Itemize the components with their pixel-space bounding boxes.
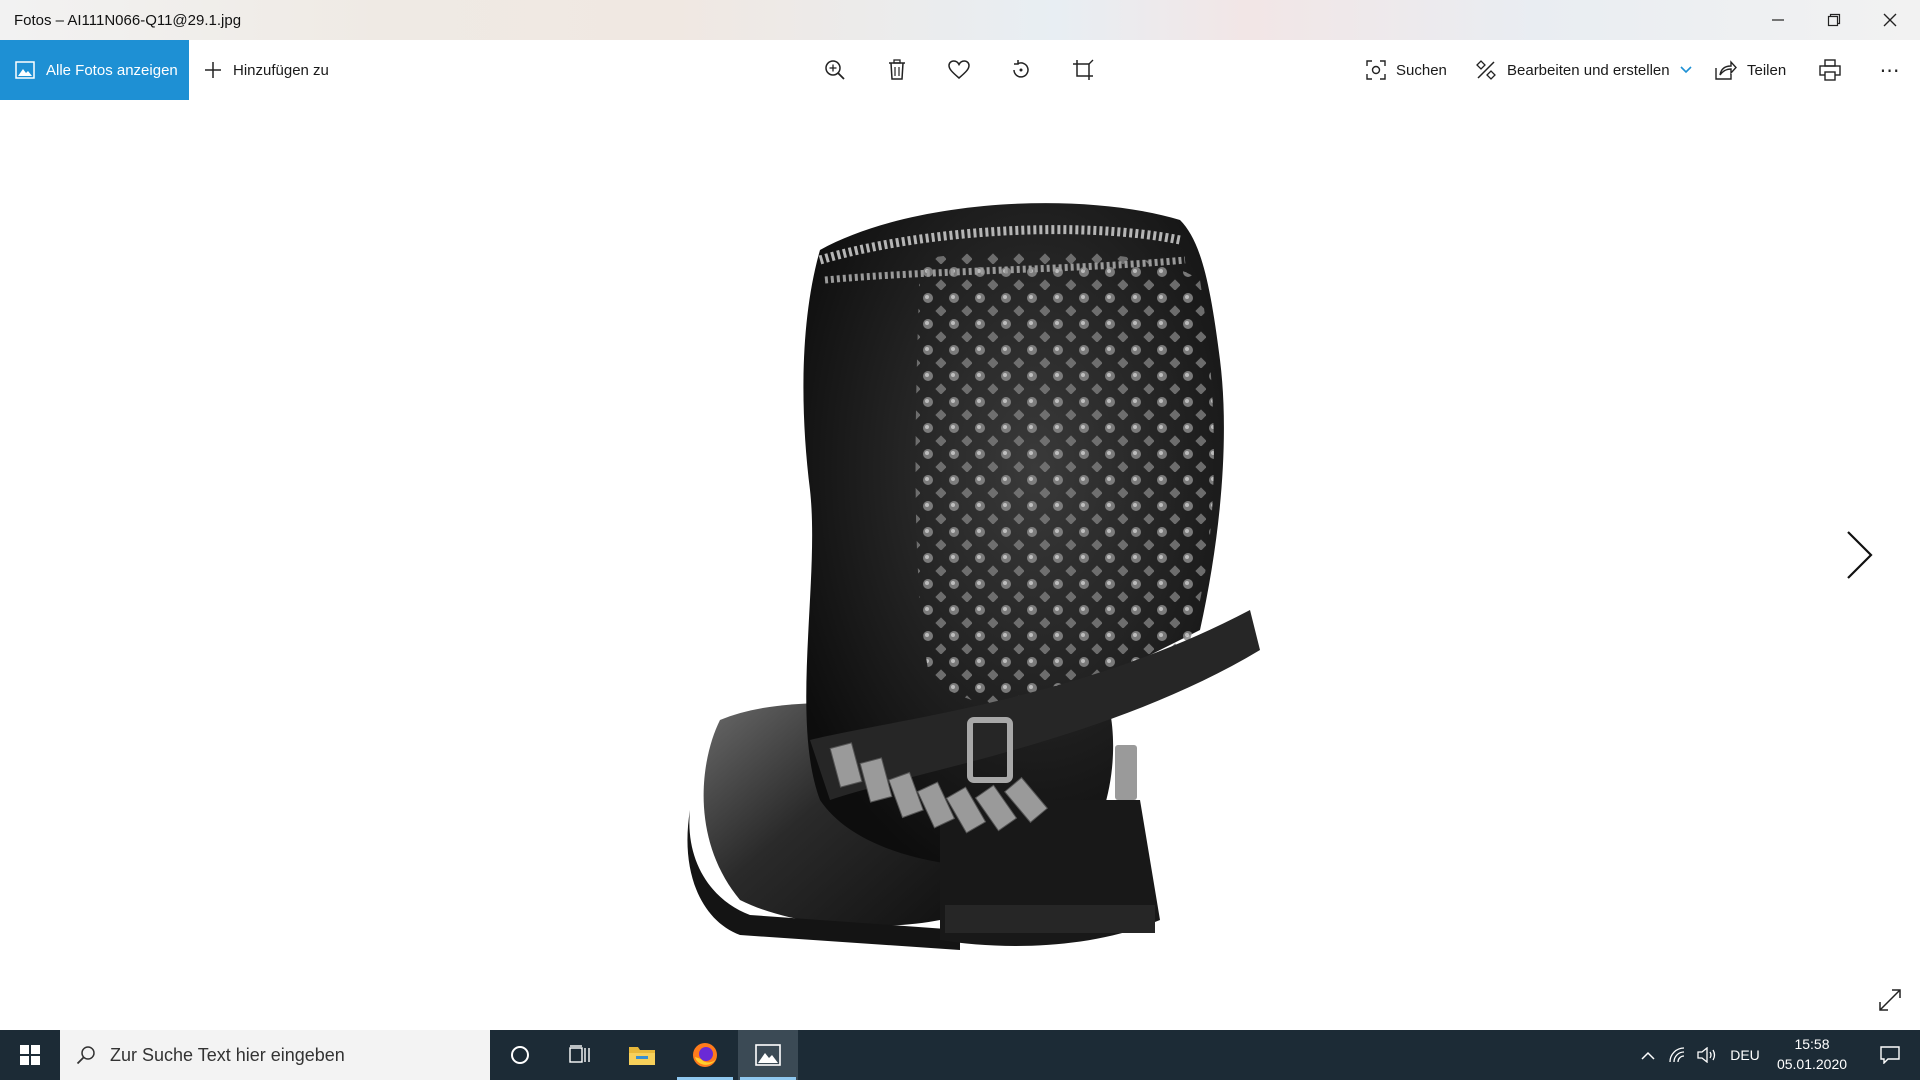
crop-button[interactable] xyxy=(1061,40,1105,100)
visual-search-icon xyxy=(1366,60,1386,80)
cortana-button[interactable] xyxy=(490,1030,550,1080)
share-button[interactable]: Teilen xyxy=(1715,40,1786,100)
speaker-icon xyxy=(1697,1047,1716,1063)
next-photo-button[interactable] xyxy=(1830,515,1890,595)
taskbar: Zur Suche Text hier eingeben DEU 15:58 0… xyxy=(0,1030,1920,1080)
firefox-icon xyxy=(693,1043,717,1067)
folder-icon xyxy=(629,1047,655,1065)
input-language-button[interactable]: DEU xyxy=(1726,1030,1764,1080)
cortana-icon xyxy=(511,1046,529,1064)
print-button[interactable] xyxy=(1808,40,1852,100)
search-button[interactable]: Suchen xyxy=(1366,40,1447,100)
chevron-right-icon xyxy=(1847,531,1873,579)
fullscreen-button[interactable] xyxy=(1870,980,1910,1020)
search-icon xyxy=(76,1046,95,1065)
rotate-button[interactable] xyxy=(999,40,1043,100)
clock-date: 05.01.2020 xyxy=(1776,1056,1848,1072)
rotate-icon xyxy=(1013,60,1029,78)
edit-create-label: Bearbeiten und erstellen xyxy=(1507,61,1670,79)
close-icon xyxy=(1883,13,1897,27)
windows-icon xyxy=(20,1045,40,1065)
network-button[interactable] xyxy=(1666,1030,1690,1080)
start-button[interactable] xyxy=(0,1030,60,1080)
show-hidden-icons-button[interactable] xyxy=(1636,1030,1660,1080)
minimize-icon xyxy=(1772,19,1784,21)
task-view-button[interactable] xyxy=(550,1030,610,1080)
minimize-button[interactable] xyxy=(1750,0,1806,40)
trash-icon xyxy=(889,59,905,80)
language-label: DEU xyxy=(1730,1047,1760,1063)
edit-create-button[interactable]: Bearbeiten und erstellen xyxy=(1475,40,1692,100)
restore-icon xyxy=(1827,13,1841,27)
favorite-button[interactable] xyxy=(937,40,981,100)
zoom-in-icon xyxy=(825,60,845,80)
taskbar-photos[interactable] xyxy=(738,1030,798,1080)
add-to-button[interactable]: Hinzufügen zu xyxy=(203,40,329,100)
restore-button[interactable] xyxy=(1806,0,1862,40)
taskbar-firefox[interactable] xyxy=(675,1030,735,1080)
add-to-label: Hinzufügen zu xyxy=(233,61,329,79)
task-view-icon xyxy=(569,1045,590,1063)
heart-icon xyxy=(948,60,970,79)
share-icon xyxy=(1715,60,1737,80)
search-label: Suchen xyxy=(1396,61,1447,79)
notification-icon xyxy=(1880,1046,1900,1064)
search-placeholder: Zur Suche Text hier eingeben xyxy=(110,1044,345,1065)
boot-photo xyxy=(687,203,1260,950)
plus-icon xyxy=(205,62,221,78)
all-photos-button[interactable]: Alle Fotos anzeigen xyxy=(0,40,189,100)
taskbar-file-explorer[interactable] xyxy=(612,1030,672,1080)
more-button[interactable]: ⋯ xyxy=(1868,40,1912,100)
clock[interactable]: 15:58 05.01.2020 xyxy=(1764,1034,1860,1076)
volume-button[interactable] xyxy=(1694,1030,1720,1080)
clock-time: 15:58 xyxy=(1794,1036,1830,1052)
zoom-button[interactable] xyxy=(813,40,857,100)
expand-icon xyxy=(1879,989,1901,1011)
printer-icon xyxy=(1819,59,1841,81)
action-center-button[interactable] xyxy=(1862,1030,1918,1080)
all-photos-label: Alle Fotos anzeigen xyxy=(46,61,178,79)
title-bar: Fotos – AI111N066-Q11@29.1.jpg xyxy=(0,0,1920,40)
more-icon: ⋯ xyxy=(1879,59,1901,82)
edit-icon xyxy=(1476,60,1496,80)
share-label: Teilen xyxy=(1747,61,1787,79)
window-title: Fotos – AI111N066-Q11@29.1.jpg xyxy=(14,12,242,29)
photos-icon xyxy=(15,61,35,79)
close-button[interactable] xyxy=(1862,0,1918,40)
wifi-icon xyxy=(1669,1047,1685,1063)
command-bar: Alle Fotos anzeigen Hinzufügen zu Suchen… xyxy=(0,40,1920,100)
chevron-up-icon xyxy=(1641,1051,1655,1060)
image-viewer[interactable] xyxy=(0,100,1920,1030)
photos-app-icon xyxy=(755,1044,781,1066)
delete-button[interactable] xyxy=(875,40,919,100)
taskbar-search-input[interactable]: Zur Suche Text hier eingeben xyxy=(60,1030,490,1080)
crop-icon xyxy=(1073,59,1094,80)
chevron-down-icon xyxy=(1680,66,1692,74)
